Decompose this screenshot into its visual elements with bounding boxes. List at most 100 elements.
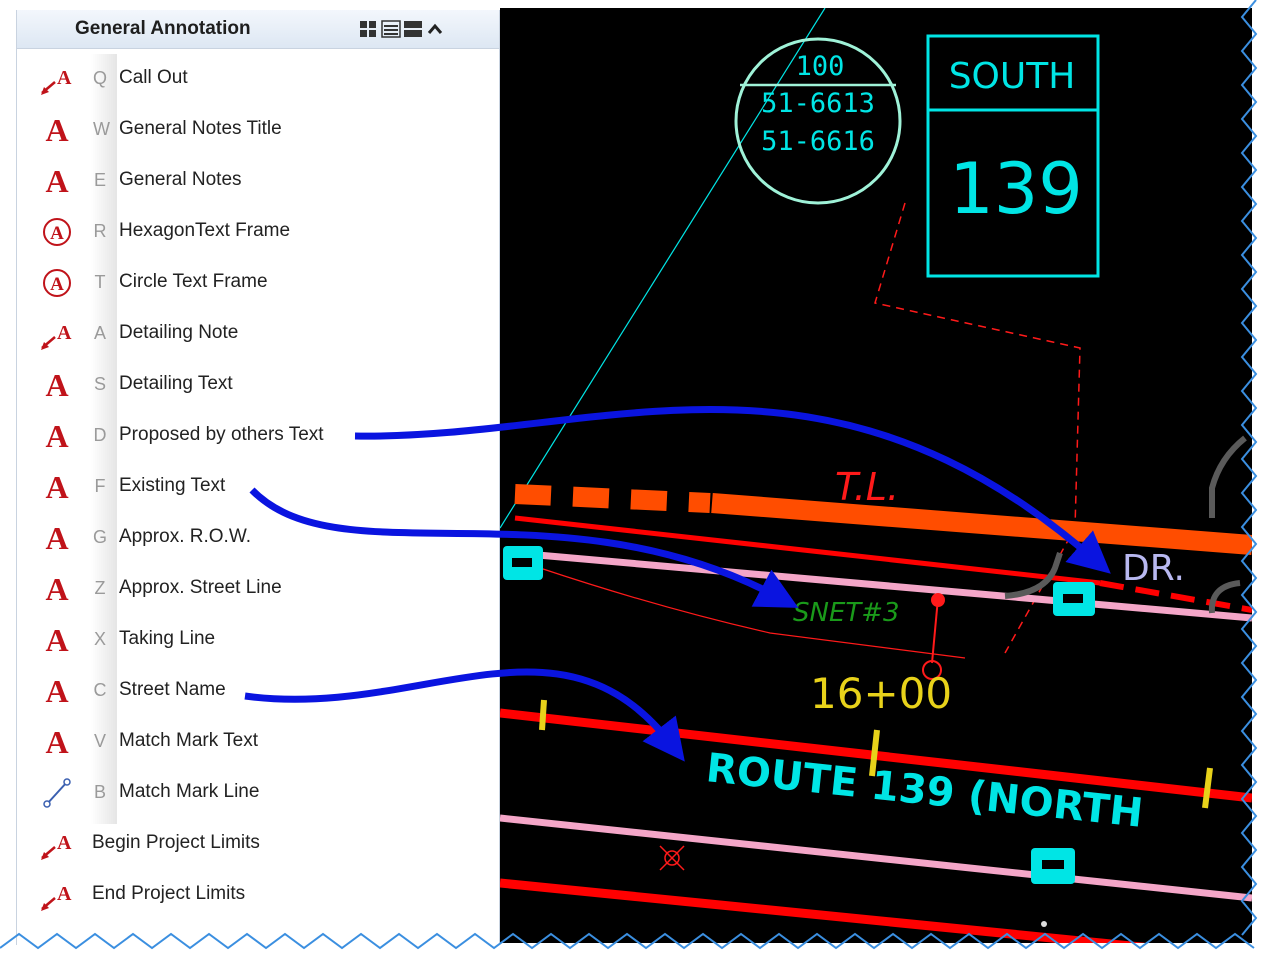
shortcut-key: R <box>93 221 107 241</box>
orange-dashed-band <box>514 484 711 513</box>
tool-item-label: Detailing Text <box>119 373 233 394</box>
shortcut-key: Q <box>93 68 108 88</box>
pole-dot <box>931 593 945 607</box>
shortcut-key: B <box>93 782 106 802</box>
orange-band <box>711 493 1252 555</box>
snet-label: SNET#3 <box>793 598 900 628</box>
list-view-icon[interactable] <box>381 20 401 38</box>
callout-arrow-icon: A <box>39 878 75 912</box>
callout-arrow-icon: A <box>39 827 75 861</box>
text-a-icon: A <box>45 673 69 709</box>
shortcut-key: C <box>93 680 107 700</box>
tool-item-label: Circle Text Frame <box>119 271 268 292</box>
cyan-marker-2-inner <box>1063 594 1083 603</box>
tool-item-label: Street Name <box>119 679 226 700</box>
circle-line1-text: 51-6613 <box>761 88 875 119</box>
shortcut-key: X <box>93 629 106 649</box>
red-baseline-lower <box>500 878 1147 943</box>
tool-item-label: HexagonText Frame <box>119 220 291 241</box>
tool-item-label: General Notes Title <box>119 118 282 139</box>
text-a-icon: A <box>45 367 69 403</box>
circle-top-text: 100 <box>796 51 845 82</box>
tool-item-label: Approx. Street Line <box>119 577 282 598</box>
sheet-direction-text: SOUTH <box>949 56 1076 97</box>
dr-label: DR. <box>1122 548 1185 589</box>
callout-arrow-icon: A <box>39 62 75 96</box>
shortcut-key: E <box>93 170 106 190</box>
shortcut-key: V <box>93 731 106 751</box>
tool-item[interactable]: A F Existing Text <box>17 462 487 513</box>
sheet-number-text: 139 <box>949 148 1083 230</box>
shortcut-key: F <box>94 476 106 496</box>
tool-item[interactable]: A V Match Mark Text <box>17 717 487 768</box>
station-tick-3 <box>1202 767 1213 809</box>
tool-item-label: Begin Project Limits <box>92 832 260 853</box>
tool-item-label: Call Out <box>119 67 188 88</box>
shortcut-key: W <box>93 119 110 139</box>
shortcut-key: Z <box>94 578 106 598</box>
tool-item[interactable]: A S Detailing Text <box>17 360 487 411</box>
tool-item[interactable]: A X Taking Line <box>17 615 487 666</box>
shortcut-key: T <box>94 272 106 292</box>
tool-item[interactable]: A D Proposed by others Text <box>17 411 487 462</box>
tool-item[interactable]: A Z Approx. Street Line <box>17 564 487 615</box>
svg-text:A: A <box>57 832 72 854</box>
text-a-icon: A <box>45 112 69 148</box>
general-annotation-panel: General Annotation A Q Call Out A W General N… <box>16 10 500 945</box>
circled-a-icon: A <box>39 266 75 300</box>
tool-item-label: Detailing Note <box>119 322 239 343</box>
tl-label: T.L. <box>835 465 899 509</box>
grey-curb-hook <box>1208 580 1241 614</box>
small-white-dot <box>1041 921 1047 927</box>
circled-a-icon: A <box>39 215 75 249</box>
pole-line <box>931 597 939 664</box>
collapse-up-icon[interactable] <box>425 20 445 38</box>
shortcut-key: D <box>93 425 107 445</box>
tool-item-label: Approx. R.O.W. <box>119 526 251 547</box>
text-a-icon: A <box>45 724 69 760</box>
tool-item[interactable]: B Match Mark Line <box>17 768 487 819</box>
tool-item-label: End Project Limits <box>92 883 246 904</box>
tool-item[interactable]: A Q Call Out <box>17 54 487 105</box>
tool-item-label: Match Mark Line <box>119 781 260 802</box>
svg-text:A: A <box>50 223 64 244</box>
shortcut-key: S <box>93 374 106 394</box>
text-a-icon: A <box>45 418 69 454</box>
tool-item[interactable]: A W General Notes Title <box>17 105 487 156</box>
tool-item-label: Taking Line <box>119 628 216 649</box>
shortcut-key: G <box>93 527 108 547</box>
text-a-icon: A <box>45 571 69 607</box>
cad-viewport[interactable]: 100 51-6613 51-6616 SOUTH 139 T.L. DR. S… <box>500 8 1252 943</box>
thin-red-curve <box>539 567 966 659</box>
tool-item-label: Existing Text <box>119 475 226 496</box>
text-a-icon: A <box>45 622 69 658</box>
grid-view-icon[interactable] <box>359 20 379 38</box>
cyan-marker-1-inner <box>512 558 532 567</box>
panel-title: General Annotation <box>75 18 251 39</box>
shortcut-key: A <box>93 323 106 343</box>
station-tick-1 <box>539 699 547 731</box>
svg-text:A: A <box>57 322 72 344</box>
tool-item[interactable]: A E General Notes <box>17 156 487 207</box>
station-label: 16+00 <box>810 669 952 718</box>
circle-line2-text: 51-6616 <box>761 126 875 157</box>
text-a-icon: A <box>45 469 69 505</box>
tool-item-label: General Notes <box>119 169 242 190</box>
callout-arrow-icon: A <box>39 317 75 351</box>
tool-item[interactable]: A C Street Name <box>17 666 487 717</box>
tool-item[interactable]: A End Project Limits <box>17 870 487 921</box>
text-a-icon: A <box>45 163 69 199</box>
tool-item-label: Match Mark Text <box>119 730 259 751</box>
detail-view-icon[interactable] <box>403 20 423 38</box>
panel-header: General Annotation <box>17 10 499 49</box>
tool-item[interactable]: A A Detailing Note <box>17 309 487 360</box>
tool-item[interactable]: A T Circle Text Frame <box>17 258 487 309</box>
tool-item-label: Proposed by others Text <box>119 424 324 445</box>
svg-text:A: A <box>50 274 64 295</box>
tool-item[interactable]: A Begin Project Limits <box>17 819 487 870</box>
svg-text:A: A <box>57 883 72 905</box>
grey-curb-right <box>1209 435 1247 518</box>
tool-item[interactable]: A R HexagonText Frame <box>17 207 487 258</box>
tool-item[interactable]: A G Approx. R.O.W. <box>17 513 487 564</box>
text-a-icon: A <box>45 520 69 556</box>
